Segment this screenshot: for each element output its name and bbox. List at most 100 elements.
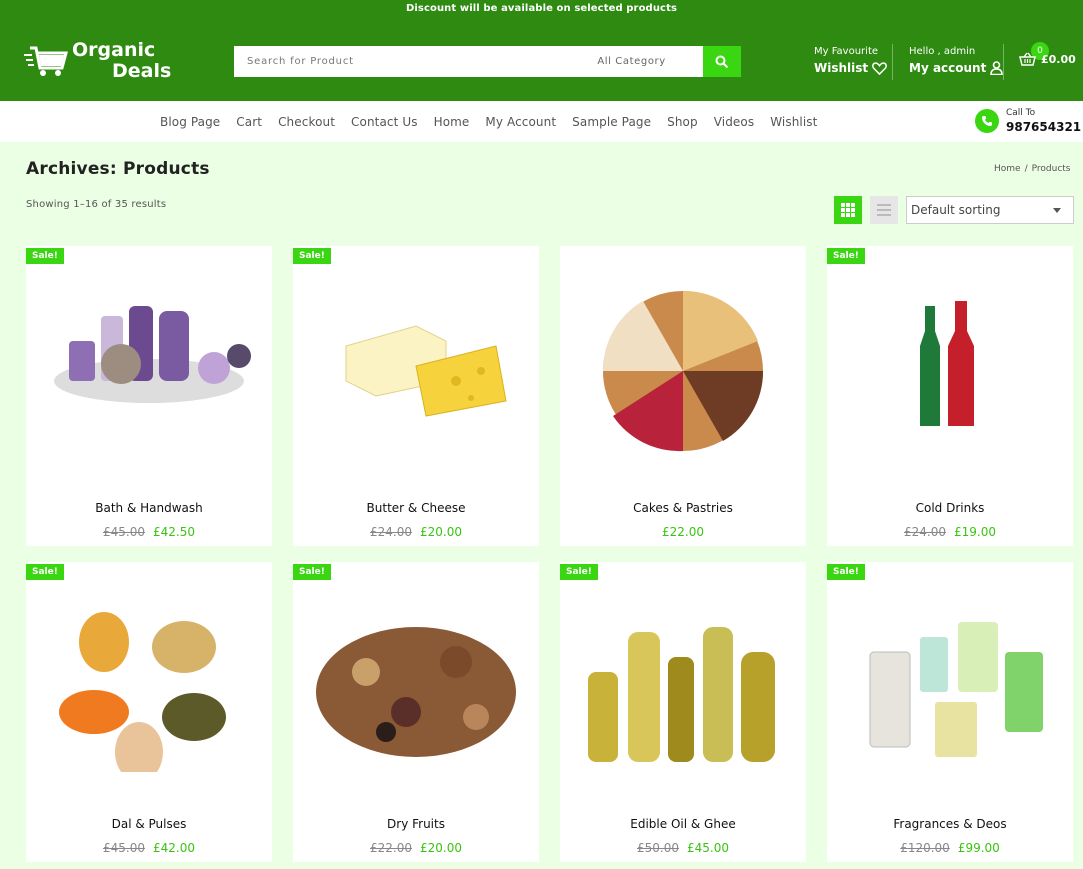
heart-icon [872, 61, 888, 75]
search-input[interactable] [234, 46, 574, 77]
breadcrumb-separator: / [1024, 164, 1028, 174]
call-to-caption: Call To [1006, 108, 1036, 118]
sale-badge: Sale! [827, 248, 865, 264]
sale-price: £19.00 [954, 525, 996, 539]
account-greeting: Hello , admin [909, 46, 976, 57]
grid-view-button[interactable] [834, 196, 862, 224]
main-navigation-bar: Blog Page Cart Checkout Contact Us Home … [0, 101, 1083, 142]
sale-price: £22.00 [662, 525, 704, 539]
product-price: £22.00 £20.00 [293, 841, 539, 855]
regular-price: £24.00 [904, 525, 946, 539]
list-icon [877, 204, 891, 216]
sort-selected-value: Default sorting [911, 203, 1001, 217]
call-to-block[interactable]: Call To 987654321 [975, 108, 1081, 134]
sale-price: £45.00 [687, 841, 729, 855]
nav-item-shop[interactable]: Shop [659, 115, 706, 129]
nav-item-cart[interactable]: Cart [228, 115, 270, 129]
product-card[interactable]: Sale! Fragrances & Deos £120.00 £99.00 [827, 562, 1073, 862]
butter-cheese-image[interactable] [306, 286, 526, 456]
wishlist-link[interactable]: My Favourite Wishlist [814, 46, 888, 75]
nav-item-videos[interactable]: Videos [706, 115, 762, 129]
announcement-text: Discount will be available on selected p… [405, 3, 677, 14]
breadcrumb: Home / Products [994, 164, 1071, 174]
product-card[interactable]: Sale! Cold Drinks £24.00 £19.00 [827, 246, 1073, 546]
oil-bottles-image[interactable] [573, 602, 793, 772]
product-card[interactable]: Sale! Bath & Handwash £45.00 £42.50 [26, 246, 272, 546]
cold-drinks-image[interactable] [840, 286, 1060, 456]
product-price: £22.00 [560, 525, 806, 539]
perfumes-image[interactable] [840, 602, 1060, 772]
product-price: £50.00 £45.00 [560, 841, 806, 855]
phone-number: 987654321 [1006, 120, 1082, 134]
sale-badge: Sale! [560, 564, 598, 580]
cart-logo-icon [24, 46, 68, 76]
wishlist-label: Wishlist [814, 61, 869, 75]
chevron-down-icon [1053, 208, 1061, 213]
sale-price: £20.00 [420, 841, 462, 855]
pulses-image[interactable] [39, 602, 259, 772]
nav-item-home[interactable]: Home [426, 115, 478, 129]
product-name[interactable]: Butter & Cheese [293, 501, 539, 515]
category-select[interactable]: All Category [573, 46, 703, 77]
sale-badge: Sale! [827, 564, 865, 580]
grid-icon [841, 203, 855, 217]
header-divider [892, 44, 893, 80]
product-name[interactable]: Dry Fruits [293, 817, 539, 831]
list-view-button[interactable] [870, 196, 898, 224]
breadcrumb-current: Products [1031, 164, 1071, 174]
nav-item-blog-page[interactable]: Blog Page [152, 115, 228, 129]
product-card[interactable]: Sale! Butter & Cheese £24.00 £20.00 [293, 246, 539, 546]
header-divider [1003, 44, 1004, 80]
regular-price: £22.00 [370, 841, 412, 855]
brand-line-1: Organic [72, 39, 156, 61]
page-title: Archives: Products [26, 159, 210, 179]
brand-logo[interactable]: Organic Deals [24, 40, 171, 82]
product-card[interactable]: Cakes & Pastries £22.00 [560, 246, 806, 546]
sale-badge: Sale! [26, 248, 64, 264]
cart-total: £0.00 [1041, 52, 1076, 66]
nav-item-my-account[interactable]: My Account [477, 115, 564, 129]
brand-line-2: Deals [112, 60, 172, 82]
mini-cart[interactable]: £0.00 [1019, 52, 1076, 66]
nav-item-checkout[interactable]: Checkout [270, 115, 343, 129]
breadcrumb-home[interactable]: Home [994, 164, 1021, 174]
bath-products-image[interactable] [39, 286, 259, 456]
user-icon [990, 61, 1004, 75]
regular-price: £45.00 [103, 525, 145, 539]
nav-item-contact-us[interactable]: Contact Us [343, 115, 426, 129]
sale-price: £42.50 [153, 525, 195, 539]
result-count: Showing 1–16 of 35 results [26, 199, 167, 210]
product-card[interactable]: Sale! Dal & Pulses £45.00 £42.00 [26, 562, 272, 862]
product-name[interactable]: Edible Oil & Ghee [560, 817, 806, 831]
sort-select[interactable]: Default sorting [906, 196, 1074, 224]
favourite-caption: My Favourite [814, 46, 879, 57]
nav-item-sample-page[interactable]: Sample Page [564, 115, 659, 129]
sale-badge: Sale! [26, 564, 64, 580]
header-bar: Discount will be available on selected p… [0, 0, 1083, 101]
sale-price: £20.00 [420, 525, 462, 539]
sale-price: £42.00 [153, 841, 195, 855]
product-name[interactable]: Cakes & Pastries [560, 501, 806, 515]
product-price: £24.00 £19.00 [827, 525, 1073, 539]
product-name[interactable]: Fragrances & Deos [827, 817, 1073, 831]
product-name[interactable]: Dal & Pulses [26, 817, 272, 831]
basket-icon [1019, 52, 1036, 66]
regular-price: £45.00 [103, 841, 145, 855]
search-icon [715, 55, 729, 68]
nav-item-wishlist[interactable]: Wishlist [762, 115, 825, 129]
search-button[interactable] [703, 46, 742, 77]
account-link[interactable]: Hello , admin My account [909, 46, 1004, 75]
regular-price: £24.00 [370, 525, 412, 539]
product-name[interactable]: Bath & Handwash [26, 501, 272, 515]
dry-fruits-image[interactable] [306, 602, 526, 772]
main-menu: Blog Page Cart Checkout Contact Us Home … [152, 101, 825, 142]
phone-icon [975, 109, 999, 133]
search-bar: All Category [234, 46, 742, 77]
product-card[interactable]: Sale! Dry Fruits £22.00 £20.00 [293, 562, 539, 862]
cakes-image[interactable] [573, 286, 793, 456]
product-name[interactable]: Cold Drinks [827, 501, 1073, 515]
account-label: My account [909, 61, 987, 75]
regular-price: £120.00 [900, 841, 950, 855]
product-card[interactable]: Sale! Edible Oil & Ghee £50.00 £45.00 [560, 562, 806, 862]
product-price: £45.00 £42.50 [26, 525, 272, 539]
